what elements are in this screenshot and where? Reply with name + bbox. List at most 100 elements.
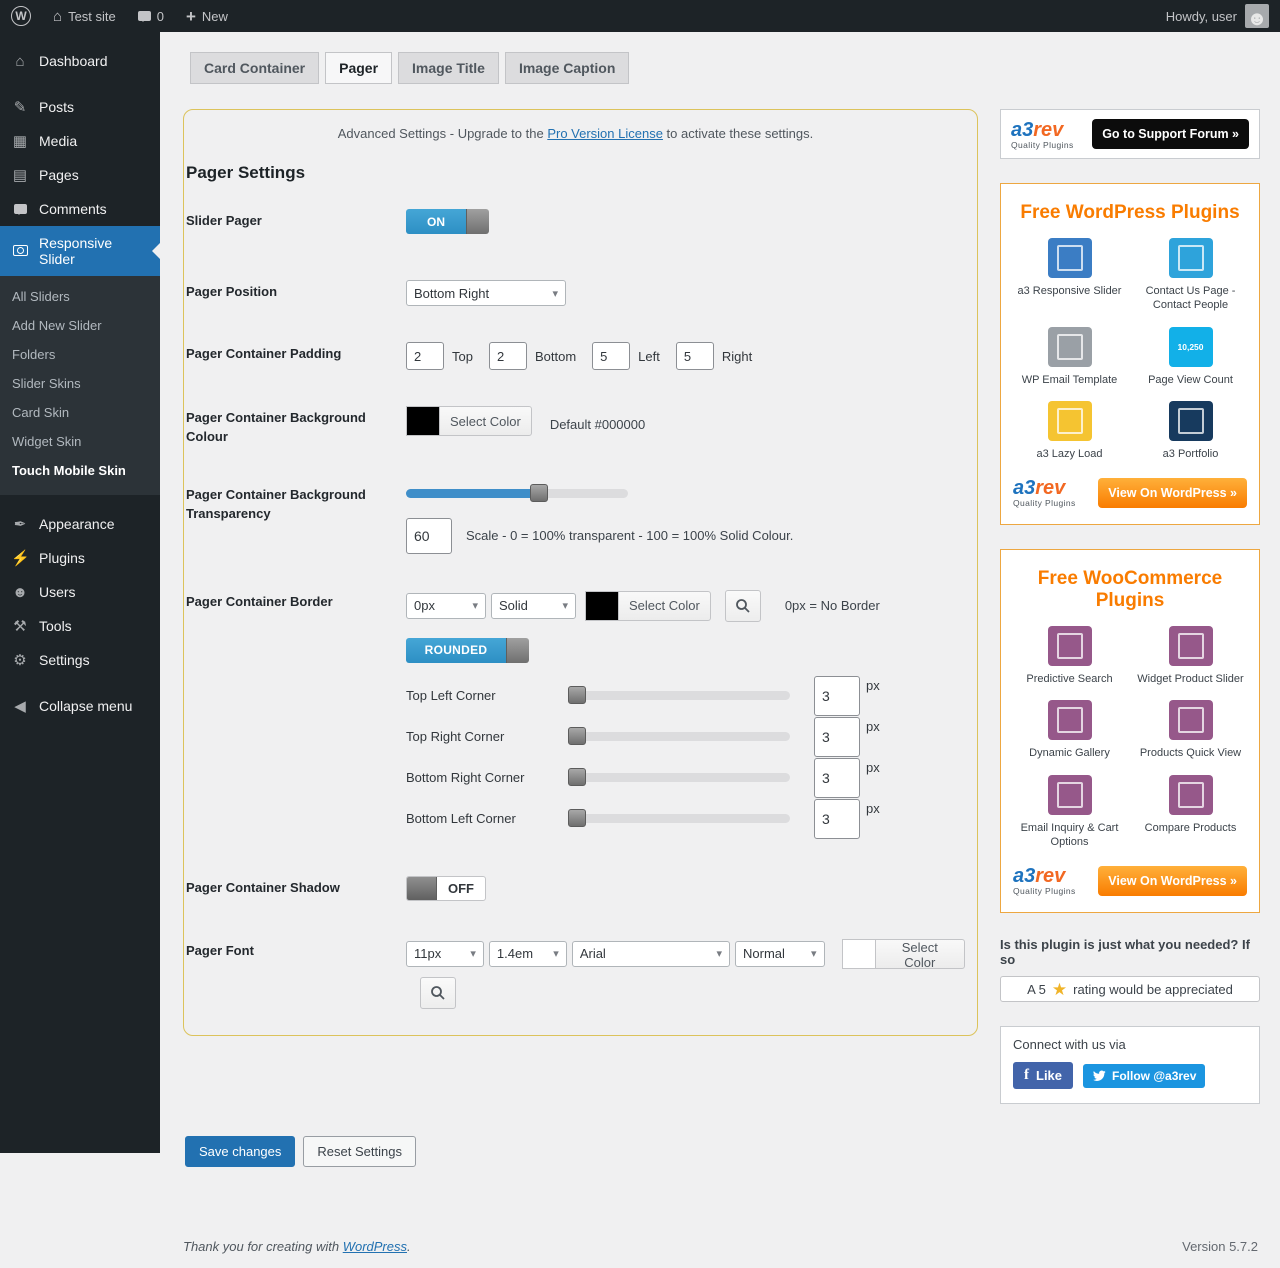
facebook-like-button[interactable]: f Like [1013, 1062, 1073, 1089]
border-color-swatch[interactable] [585, 591, 619, 621]
setting-row-pager-position: Pager Position Bottom Right [186, 280, 965, 306]
rating-suffix: rating would be appreciated [1073, 982, 1233, 997]
plugin-item-products-quick-view[interactable]: Products Quick View [1132, 700, 1249, 760]
font-preview-button[interactable] [420, 977, 456, 1009]
plugin-item-page-view-count[interactable]: 10,250 Page View Count [1132, 327, 1249, 387]
tab-image-title[interactable]: Image Title [398, 52, 499, 84]
sidebar-item-touch-mobile-skin[interactable]: Touch Mobile Skin [0, 456, 160, 485]
padding-left-input[interactable] [592, 342, 630, 370]
plugin-item-lazy-load[interactable]: a3 Lazy Load [1011, 401, 1128, 461]
sidebar-item-widget-skin[interactable]: Widget Skin [0, 427, 160, 456]
corner-slider[interactable] [568, 773, 790, 782]
select-color-button[interactable]: Select Color [618, 591, 711, 621]
wordpress-link[interactable]: WordPress [343, 1239, 407, 1254]
support-forum-button[interactable]: Go to Support Forum » [1092, 119, 1249, 149]
slider-handle[interactable] [530, 484, 548, 502]
corner-input[interactable] [814, 717, 860, 757]
reset-settings-button[interactable]: Reset Settings [303, 1136, 416, 1167]
plugin-item-compare-products[interactable]: Compare Products [1132, 775, 1249, 850]
plugin-item-email-template[interactable]: WP Email Template [1011, 327, 1128, 387]
rating-box[interactable]: A 5 ★ rating would be appreciated [1000, 976, 1260, 1002]
plugin-item-predictive-search[interactable]: Predictive Search [1011, 626, 1128, 686]
sidebar-item-card-skin[interactable]: Card Skin [0, 398, 160, 427]
sidebar-item-responsive-slider[interactable]: Responsive Slider [0, 226, 160, 276]
plugin-item-widget-product-slider[interactable]: Widget Product Slider [1132, 626, 1249, 686]
sidebar-item-plugins[interactable]: ⚡ Plugins [0, 541, 160, 575]
corner-slider[interactable] [568, 691, 790, 700]
plugin-item-portfolio[interactable]: a3 Portfolio [1132, 401, 1249, 461]
transparency-slider[interactable] [406, 489, 628, 498]
slider-pager-toggle[interactable]: ON [406, 209, 489, 234]
line-height-select[interactable]: 1.4em [489, 941, 567, 967]
sidebar-item-settings[interactable]: ⚙ Settings [0, 643, 160, 677]
sidebar-item-posts[interactable]: ✎ Posts [0, 90, 160, 124]
rounded-toggle[interactable]: ROUNDED [406, 638, 529, 663]
tab-card-container[interactable]: Card Container [190, 52, 319, 84]
corner-slider[interactable] [568, 814, 790, 823]
font-family-select[interactable]: Arial [572, 941, 730, 967]
users-icon: ☻ [11, 585, 29, 600]
slider-handle[interactable] [568, 768, 586, 786]
account-menu[interactable]: Howdy, user ☻ [1155, 0, 1280, 32]
sidebar-item-pages[interactable]: ▤ Pages [0, 158, 160, 192]
font-size-select[interactable]: 11px [406, 941, 484, 967]
padding-right-input[interactable] [676, 342, 714, 370]
sidebar-item-dashboard[interactable]: ⌂ Dashboard [0, 44, 160, 78]
corner-input[interactable] [814, 799, 860, 839]
font-color-swatch[interactable] [842, 939, 876, 969]
sidebar-item-add-new-slider[interactable]: Add New Slider [0, 311, 160, 340]
comments-menu[interactable]: 0 [127, 0, 175, 32]
slider-handle[interactable] [568, 727, 586, 745]
corner-row-bottom-right: Bottom Right Corner px [406, 758, 965, 798]
pro-version-link[interactable]: Pro Version License [547, 126, 663, 141]
tab-image-caption[interactable]: Image Caption [505, 52, 629, 84]
appearance-icon: ✒ [11, 517, 29, 532]
pager-position-select[interactable]: Bottom Right [406, 280, 566, 306]
plugin-item-email-inquiry[interactable]: Email Inquiry & Cart Options [1011, 775, 1128, 850]
new-menu[interactable]: + New [175, 0, 239, 32]
wp-logo-menu[interactable]: W [0, 0, 42, 32]
transparency-input[interactable] [406, 518, 452, 554]
corner-input[interactable] [814, 676, 860, 716]
sidebar-item-label: Plugins [39, 550, 85, 566]
shadow-toggle[interactable]: OFF [406, 876, 486, 901]
plugin-icon [1169, 700, 1213, 740]
sidebar-item-tools[interactable]: ⚒ Tools [0, 609, 160, 643]
sidebar-item-folders[interactable]: Folders [0, 340, 160, 369]
tab-pager[interactable]: Pager [325, 52, 392, 84]
border-style-select[interactable]: Solid [491, 593, 576, 619]
view-on-wordpress-button[interactable]: View On WordPress » [1098, 478, 1247, 508]
padding-top-input[interactable] [406, 342, 444, 370]
posts-icon: ✎ [11, 100, 29, 115]
select-value: Normal [743, 946, 785, 961]
setting-label: Pager Container Background Transparency [186, 483, 406, 554]
corner-input[interactable] [814, 758, 860, 798]
corner-slider[interactable] [568, 732, 790, 741]
collapse-menu-button[interactable]: ◀ Collapse menu [0, 689, 160, 723]
footer-thanks: Thank you for creating with WordPress. [183, 1239, 411, 1254]
select-color-button[interactable]: Select Color [875, 939, 966, 969]
view-on-wordpress-button[interactable]: View On WordPress » [1098, 866, 1247, 896]
padding-bottom-input[interactable] [489, 342, 527, 370]
save-changes-button[interactable]: Save changes [185, 1136, 295, 1167]
plugin-item-responsive-slider[interactable]: a3 Responsive Slider [1011, 238, 1128, 313]
sidebar-item-media[interactable]: ▦ Media [0, 124, 160, 158]
select-color-button[interactable]: Select Color [439, 406, 532, 436]
sidebar-item-slider-skins[interactable]: Slider Skins [0, 369, 160, 398]
slider-handle[interactable] [568, 809, 586, 827]
site-name: Test site [68, 9, 116, 24]
border-width-select[interactable]: 0px [406, 593, 486, 619]
site-menu[interactable]: ⌂ Test site [42, 0, 127, 32]
sidebar-item-all-sliders[interactable]: All Sliders [0, 282, 160, 311]
sidebar-item-comments[interactable]: Comments [0, 192, 160, 226]
twitter-follow-button[interactable]: Follow @a3rev [1083, 1064, 1205, 1088]
sidebar-item-appearance[interactable]: ✒ Appearance [0, 507, 160, 541]
comments-bubble-icon [138, 11, 151, 21]
bg-color-swatch[interactable] [406, 406, 440, 436]
preview-button[interactable] [725, 590, 761, 622]
font-weight-select[interactable]: Normal [735, 941, 825, 967]
sidebar-item-users[interactable]: ☻ Users [0, 575, 160, 609]
plugin-item-dynamic-gallery[interactable]: Dynamic Gallery [1011, 700, 1128, 760]
slider-handle[interactable] [568, 686, 586, 704]
plugin-item-contact-us[interactable]: Contact Us Page - Contact People [1132, 238, 1249, 313]
